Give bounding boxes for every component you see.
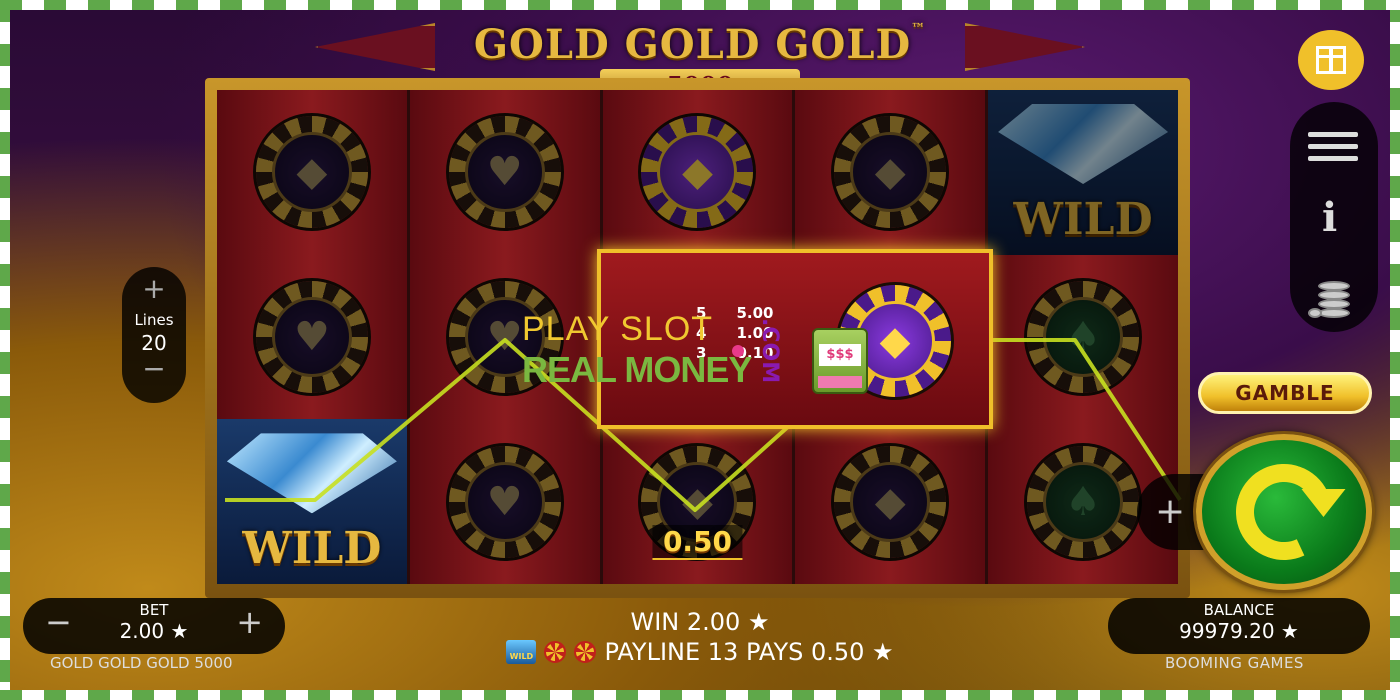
info-icon[interactable]: i [1322,194,1337,241]
menu-icon[interactable] [1308,132,1358,162]
watermark-line2: REAL MONEY [522,349,752,390]
wild-label: WILD [242,523,382,575]
spade-chip-icon: ♠ [1027,281,1140,393]
gift-icon [1316,46,1346,74]
watermark-com: .COM [757,318,782,384]
diamond-chip-icon: ◆ [255,116,368,229]
logo-right-arrow [965,23,1085,71]
wild-symbol-icon: WILD [506,640,537,664]
diamond-chip-icon: ◆ [641,116,754,229]
heart-chip-icon: ♥ [255,281,368,393]
logo-left-arrow [315,23,435,71]
provider-logo: BOOMING GAMES [1165,654,1304,672]
balance-value: 99979.20 ★ [1179,619,1299,643]
diamond-chip-icon: ◆ [834,116,947,229]
bet-control: − BET 2.00 ★ + [23,598,285,654]
reel-1: ◆ ♥ WILD [217,90,407,585]
reel-cell: ◆ [217,90,407,255]
reel-win-value: 0.50 [652,525,743,561]
reel-cell: ◆ [603,90,793,255]
win-info: WIN 2.00 ★ WILD PAYLINE 13 PAYS 0.50 ★ [480,608,920,666]
reel-cell: ♥ [410,90,600,255]
spin-button[interactable] [1196,434,1372,590]
spade-chip-icon: ♠ [1027,445,1140,558]
chip-symbol-icon [574,641,597,663]
heart-chip-icon: ♥ [448,445,561,558]
diamond-icon [226,433,397,514]
bet-decrease-button[interactable]: − [45,606,72,638]
side-menu: i [1290,102,1378,332]
balance-label: BALANCE [1203,601,1275,619]
gift-button[interactable] [1298,30,1364,90]
chip-symbol-icon [544,641,567,663]
spin-arrow-icon [1222,450,1346,574]
wild-label: WILD [1013,193,1153,245]
reel-cell: ◆ [795,419,985,584]
lines-control: + Lines 20 − [122,267,186,403]
reel-cell: ◆ [795,90,985,255]
watermark-logo: PLAY SLOT REAL MONEY .COM $$$ [522,310,868,394]
lines-label: Lines [134,311,174,329]
heart-chip-icon: ♥ [448,116,561,229]
diamond-chip-icon: ◆ [834,445,947,558]
reel-cell: ♥ [410,419,600,584]
reel-cell-wild: WILD [217,419,407,585]
reel-cell-wild: WILD [988,90,1178,255]
lines-increase-button[interactable]: + [122,275,186,303]
payline-info: WILD PAYLINE 13 PAYS 0.50 ★ [480,638,920,666]
payline-text: PAYLINE 13 PAYS 0.50 ★ [604,638,894,666]
reel-cell-win: ◆ 0.50 [603,419,793,584]
reel-cell: ♥ [217,255,407,420]
balance-display: BALANCE 99979.20 ★ [1108,598,1370,654]
watermark-line1: PLAY SLOT [522,310,714,348]
diamond-icon [998,104,1169,184]
bet-increase-button[interactable]: + [236,606,263,638]
game-screen: GOLD GOLD GOLD™ 5000 ◆ ♥ WILD ♥ ♥ ♥ ◆ [10,10,1390,690]
game-name: GOLD GOLD GOLD 5000 [50,654,233,672]
coins-icon[interactable] [1308,274,1360,320]
watermark-dot [732,345,744,357]
gamble-button[interactable]: GAMBLE [1198,372,1372,414]
logo-title: GOLD GOLD GOLD™ [473,21,927,68]
slot-machine-icon: $$$ [812,328,868,394]
lines-decrease-button[interactable]: − [122,355,186,383]
reel-cell: ♠ [988,255,1178,420]
win-amount: WIN 2.00 ★ [630,608,770,636]
